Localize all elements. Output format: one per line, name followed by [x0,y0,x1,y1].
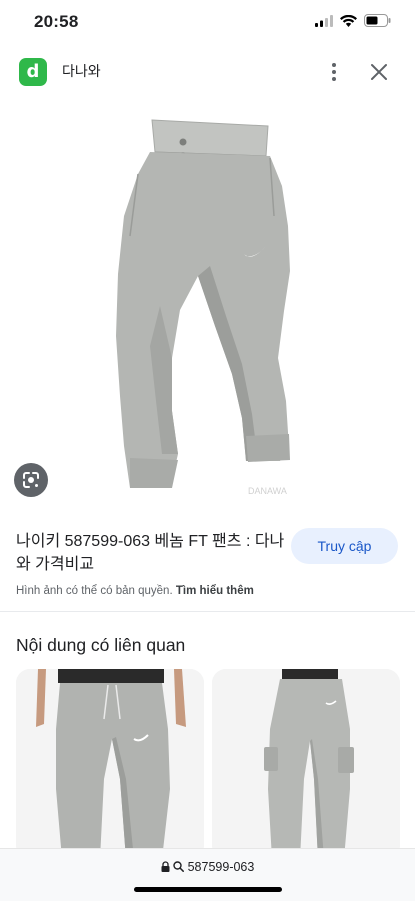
result-title[interactable]: 나이키 587599-063 베놈 FT 팬츠 : 다나와 가격비교 [16,530,286,576]
home-indicator [134,887,282,892]
status-time: 20:58 [34,12,79,31]
site-favicon: d [19,58,47,86]
related-image [16,669,204,859]
site-name[interactable]: 다나와 [62,61,101,81]
wifi-icon [340,14,357,27]
divider [0,611,415,612]
google-lens-button[interactable] [14,463,48,497]
visit-button[interactable]: Truy cập [291,528,398,564]
lock-icon [161,861,170,872]
learn-more-link[interactable]: Tìm hiểu thêm [176,585,254,597]
result-header: d 다나와 [0,48,415,94]
url-display[interactable]: 587599-063 [0,860,415,874]
copyright-note: Hình ảnh có thể có bản quyền. Tìm hiểu t… [16,585,254,597]
more-vert-icon[interactable] [327,60,341,84]
battery-icon [364,14,391,27]
status-bar: 20:58 [0,0,415,44]
product-image[interactable]: DANAWA [0,96,415,510]
pants-illustration: DANAWA [116,119,290,496]
related-heading: Nội dung có liên quan [16,635,186,655]
related-card[interactable] [16,669,204,859]
related-image [212,669,400,859]
search-icon [173,861,185,872]
signal-icon [315,14,333,27]
copyright-text: Hình ảnh có thể có bản quyền. [16,585,173,597]
google-lens-icon [23,472,39,488]
bottom-url-bar[interactable]: 587599-063 [0,848,415,901]
close-icon[interactable] [367,60,391,84]
status-icons [315,14,391,27]
url-text: 587599-063 [187,860,255,874]
watermark: DANAWA [248,486,287,496]
related-card[interactable] [212,669,400,859]
